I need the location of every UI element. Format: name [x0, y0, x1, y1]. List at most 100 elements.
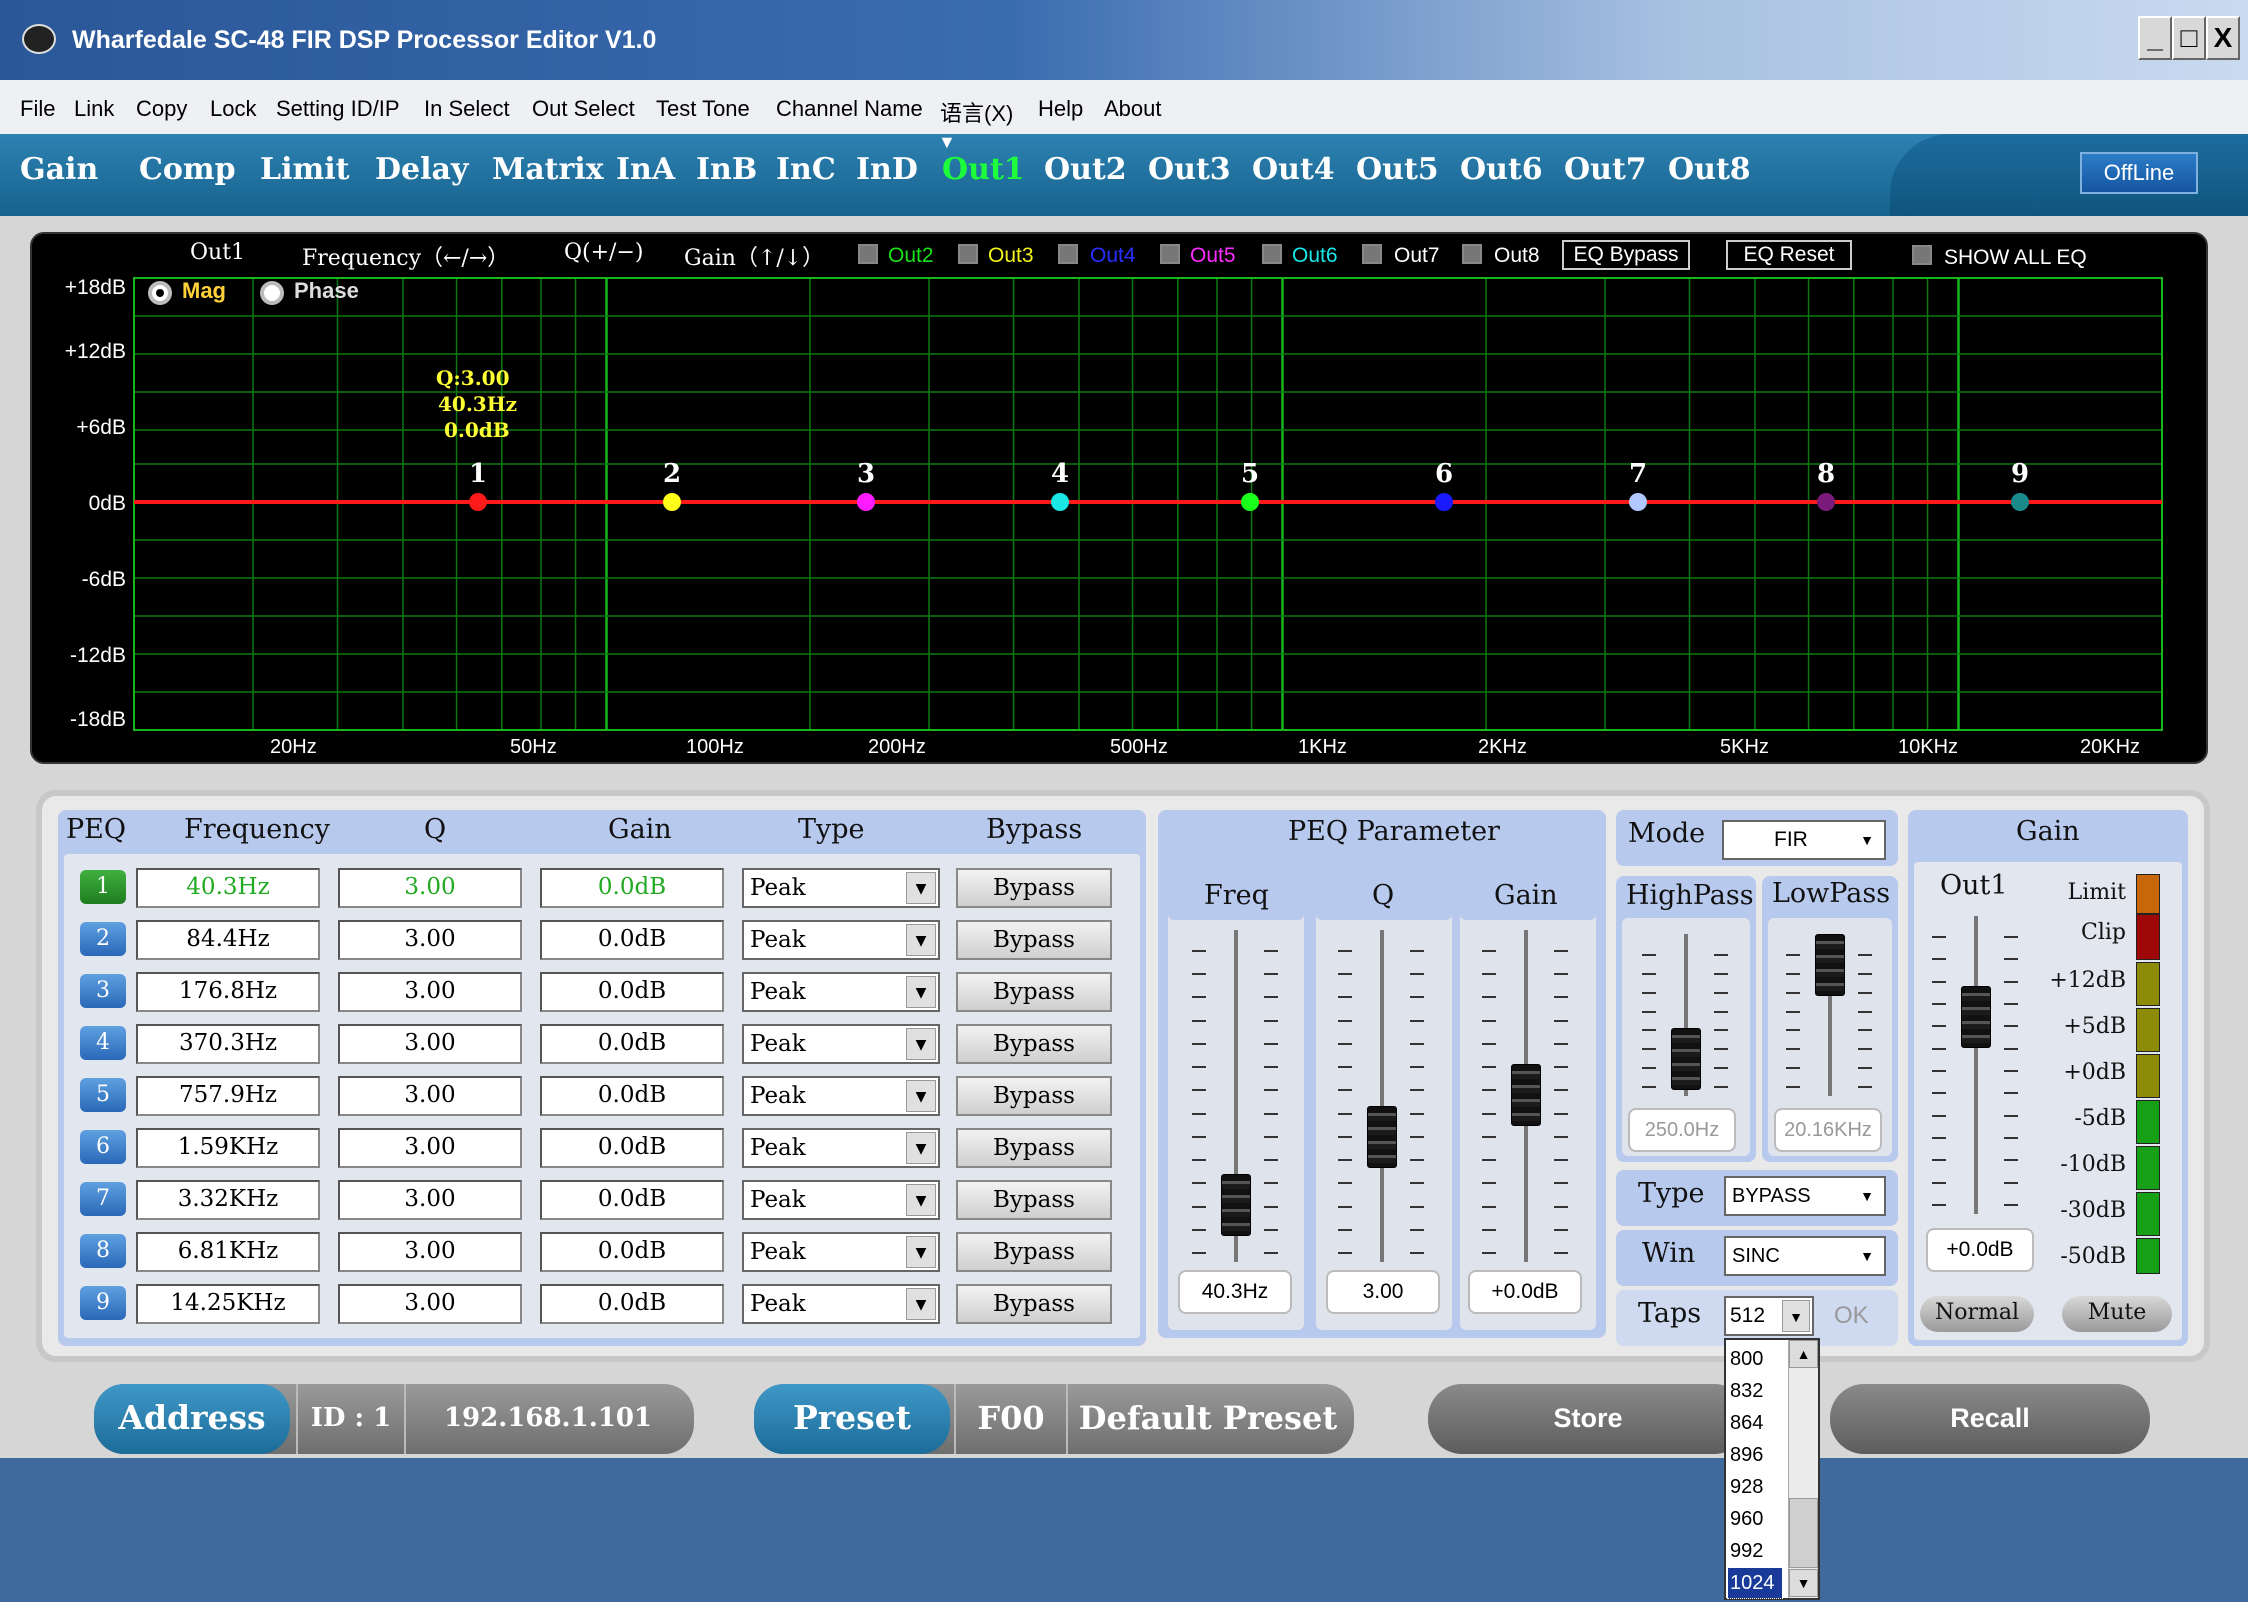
- peq-bypass-button[interactable]: Bypass: [956, 1232, 1112, 1272]
- peq-band-button[interactable]: 2: [80, 922, 126, 956]
- taps-option[interactable]: 928: [1730, 1472, 1784, 1502]
- peq-band-button[interactable]: 9: [80, 1286, 126, 1320]
- eq-graph-plot[interactable]: 1 2 3 4 5 6 7 8 9: [0, 0, 2248, 770]
- eq-point-9[interactable]: [2011, 493, 2029, 511]
- win-select[interactable]: SINC ▼: [1724, 1236, 1886, 1276]
- q-value-field[interactable]: 3.00: [1326, 1270, 1440, 1314]
- peq-gain-field[interactable]: 0.0dB: [540, 1076, 724, 1116]
- peq-type-select[interactable]: Peak ▼: [742, 868, 940, 908]
- peq-band-button[interactable]: 5: [80, 1078, 126, 1112]
- peq-q-field[interactable]: 3.00: [338, 920, 522, 960]
- peq-bypass-button[interactable]: Bypass: [956, 972, 1112, 1012]
- peq-q-field[interactable]: 3.00: [338, 1284, 522, 1324]
- peq-frequency-field[interactable]: 3.32KHz: [136, 1180, 320, 1220]
- peq-gain-field[interactable]: 0.0dB: [540, 1284, 724, 1324]
- peq-frequency-field[interactable]: 757.9Hz: [136, 1076, 320, 1116]
- normal-button[interactable]: Normal: [1920, 1296, 2034, 1332]
- eq-point-3[interactable]: [857, 493, 875, 511]
- scroll-thumb[interactable]: [1789, 1498, 1818, 1568]
- peq-type-select[interactable]: Peak ▼: [742, 1128, 940, 1168]
- peq-gain-field[interactable]: 0.0dB: [540, 868, 724, 908]
- peq-type-select[interactable]: Peak ▼: [742, 920, 940, 960]
- recall-button[interactable]: Recall: [1830, 1384, 2150, 1454]
- peq-q-field[interactable]: 3.00: [338, 1180, 522, 1220]
- peq-bypass-button[interactable]: Bypass: [956, 1076, 1112, 1116]
- phase-radio[interactable]: [260, 281, 284, 305]
- q-slider-track[interactable]: [1380, 930, 1384, 1262]
- peq-bypass-button[interactable]: Bypass: [956, 1180, 1112, 1220]
- peq-q-field[interactable]: 3.00: [338, 868, 522, 908]
- peq-q-field[interactable]: 3.00: [338, 1232, 522, 1272]
- eq-point-4[interactable]: [1051, 493, 1069, 511]
- lowpass-value-field[interactable]: 20.16KHz: [1774, 1108, 1882, 1152]
- eq-point-5[interactable]: [1241, 493, 1259, 511]
- peq-type-select[interactable]: Peak ▼: [742, 1284, 940, 1324]
- freq-value-field[interactable]: 40.3Hz: [1178, 1270, 1292, 1314]
- peq-type-select[interactable]: Peak ▼: [742, 1076, 940, 1116]
- lowpass-slider-knob[interactable]: [1815, 934, 1845, 996]
- eq-point-1[interactable]: [469, 493, 487, 511]
- store-button[interactable]: Store: [1428, 1384, 1748, 1454]
- peq-gain-field[interactable]: 0.0dB: [540, 1232, 724, 1272]
- peq-frequency-field[interactable]: 1.59KHz: [136, 1128, 320, 1168]
- eq-point-7[interactable]: [1629, 493, 1647, 511]
- ip-address[interactable]: 192.168.1.101: [420, 1384, 676, 1454]
- taps-option[interactable]: 1024: [1727, 1567, 1783, 1599]
- taps-ok-button[interactable]: OK: [1834, 1302, 1869, 1330]
- peq-frequency-field[interactable]: 370.3Hz: [136, 1024, 320, 1064]
- scroll-up-icon[interactable]: ▲: [1789, 1340, 1818, 1368]
- eq-point-8[interactable]: [1817, 493, 1835, 511]
- dropdown-scrollbar[interactable]: ▲ ▼: [1788, 1340, 1818, 1598]
- peq-band-button[interactable]: 6: [80, 1130, 126, 1164]
- peq-type-select[interactable]: Peak ▼: [742, 1232, 940, 1272]
- freq-slider-knob[interactable]: [1221, 1174, 1251, 1236]
- mute-button[interactable]: Mute: [2062, 1296, 2172, 1332]
- peq-frequency-field[interactable]: 84.4Hz: [136, 920, 320, 960]
- peq-type-select[interactable]: Peak ▼: [742, 1180, 940, 1220]
- gain-output-value-field[interactable]: +0.0dB: [1926, 1228, 2034, 1272]
- highpass-slider-knob[interactable]: [1671, 1028, 1701, 1090]
- output-gain-slider-track[interactable]: [1974, 916, 1978, 1214]
- taps-option[interactable]: 800: [1730, 1344, 1784, 1374]
- peq-bypass-button[interactable]: Bypass: [956, 1284, 1112, 1324]
- peq-bypass-button[interactable]: Bypass: [956, 920, 1112, 960]
- peq-band-button[interactable]: 1: [80, 870, 126, 904]
- taps-option[interactable]: 864: [1730, 1408, 1784, 1438]
- peq-frequency-field[interactable]: 40.3Hz: [136, 868, 320, 908]
- peq-gain-field[interactable]: 0.0dB: [540, 1180, 724, 1220]
- output-gain-slider-knob[interactable]: [1961, 986, 1991, 1048]
- mode-select[interactable]: FIR ▼: [1722, 820, 1886, 860]
- peq-type-select[interactable]: Peak ▼: [742, 1024, 940, 1064]
- taps-option[interactable]: 832: [1730, 1376, 1784, 1406]
- taps-option[interactable]: 960: [1730, 1504, 1784, 1534]
- peq-gain-field[interactable]: 0.0dB: [540, 920, 724, 960]
- peq-band-button[interactable]: 8: [80, 1234, 126, 1268]
- peq-band-button[interactable]: 3: [80, 974, 126, 1008]
- highpass-value-field[interactable]: 250.0Hz: [1628, 1108, 1736, 1152]
- gain-slider-knob[interactable]: [1511, 1064, 1541, 1126]
- peq-gain-field[interactable]: 0.0dB: [540, 1128, 724, 1168]
- peq-frequency-field[interactable]: 176.8Hz: [136, 972, 320, 1012]
- eq-point-2[interactable]: [663, 493, 681, 511]
- taps-option[interactable]: 896: [1730, 1440, 1784, 1470]
- mag-radio[interactable]: [148, 281, 172, 305]
- peq-type-select[interactable]: Peak ▼: [742, 972, 940, 1012]
- taps-select[interactable]: 512 ▼: [1724, 1296, 1814, 1336]
- peq-q-field[interactable]: 3.00: [338, 1128, 522, 1168]
- eq-point-6[interactable]: [1435, 493, 1453, 511]
- peq-bypass-button[interactable]: Bypass: [956, 1128, 1112, 1168]
- peq-band-button[interactable]: 7: [80, 1182, 126, 1216]
- filter-type-select[interactable]: BYPASS ▼: [1724, 1176, 1886, 1216]
- peq-frequency-field[interactable]: 6.81KHz: [136, 1232, 320, 1272]
- q-slider-knob[interactable]: [1367, 1106, 1397, 1168]
- peq-band-button[interactable]: 4: [80, 1026, 126, 1060]
- peq-bypass-button[interactable]: Bypass: [956, 868, 1112, 908]
- peq-gain-field[interactable]: 0.0dB: [540, 1024, 724, 1064]
- gain-value-field[interactable]: +0.0dB: [1468, 1270, 1582, 1314]
- peq-bypass-button[interactable]: Bypass: [956, 1024, 1112, 1064]
- peq-gain-field[interactable]: 0.0dB: [540, 972, 724, 1012]
- peq-frequency-field[interactable]: 14.25KHz: [136, 1284, 320, 1324]
- peq-q-field[interactable]: 3.00: [338, 1076, 522, 1116]
- scroll-down-icon[interactable]: ▼: [1789, 1569, 1818, 1597]
- taps-option[interactable]: 992: [1730, 1536, 1784, 1566]
